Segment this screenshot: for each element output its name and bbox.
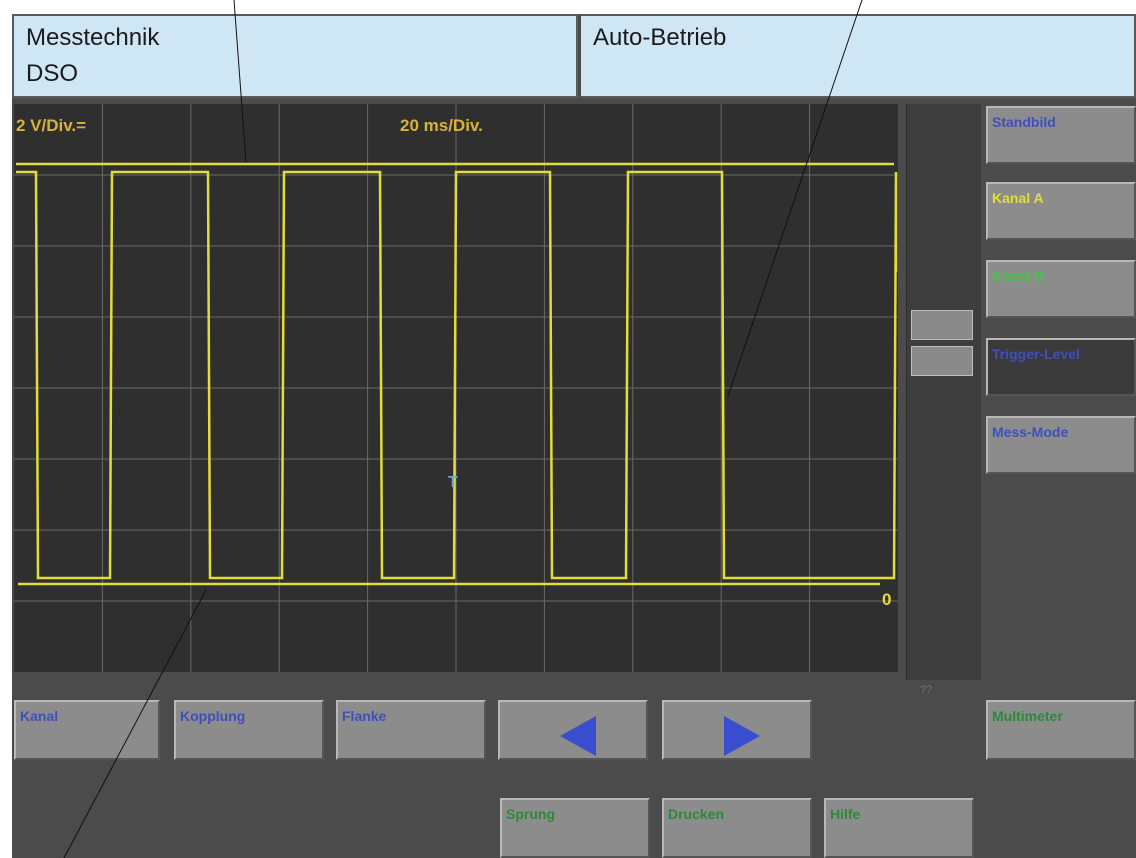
annotation-lines — [63, 0, 863, 858]
